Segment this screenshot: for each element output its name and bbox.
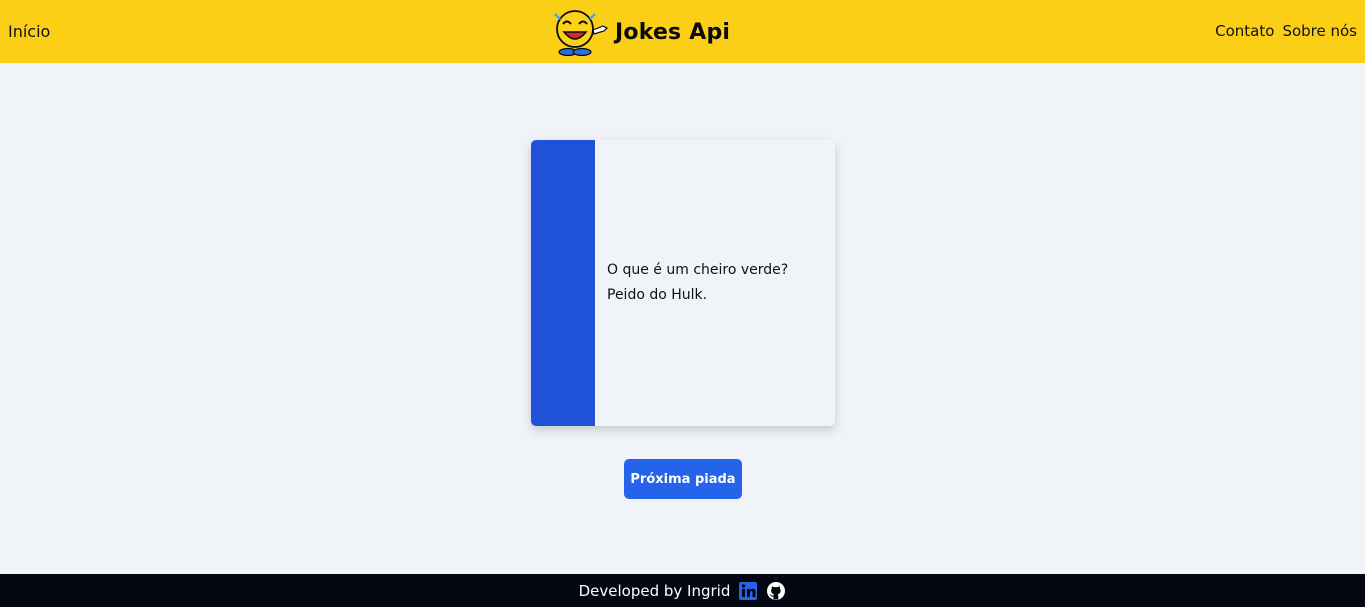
linkedin-icon[interactable]: [738, 581, 758, 601]
joke-card: O que é um cheiro verde? Peido do Hulk.: [531, 140, 835, 426]
nav-link-contact[interactable]: Contato: [1215, 22, 1274, 40]
github-icon[interactable]: [766, 581, 786, 601]
brand-name: Jokes Api: [615, 19, 731, 45]
joke-answer: Peido do Hulk.: [607, 287, 708, 303]
top-navbar: Início Jokes Api Contato Sobre nós: [0, 0, 1365, 63]
next-joke-button[interactable]: Próxima piada: [624, 459, 742, 499]
nav-right: Contato Sobre nós: [1215, 22, 1357, 40]
nav-link-about[interactable]: Sobre nós: [1282, 22, 1357, 40]
joke-content: O que é um cheiro verde? Peido do Hulk.: [595, 140, 835, 426]
nav-link-home[interactable]: Início: [8, 22, 50, 41]
footer-credit: Developed by Ingrid: [578, 581, 731, 600]
footer: Developed by Ingrid: [0, 574, 1365, 607]
brand[interactable]: Jokes Api: [551, 8, 730, 56]
joke-question: O que é um cheiro verde?: [607, 262, 789, 278]
page: Início Jokes Api Contato Sobre nós O que…: [0, 0, 1365, 607]
card-accent-stripe: [531, 140, 595, 426]
laughing-emoji-logo-icon: [554, 10, 609, 56]
